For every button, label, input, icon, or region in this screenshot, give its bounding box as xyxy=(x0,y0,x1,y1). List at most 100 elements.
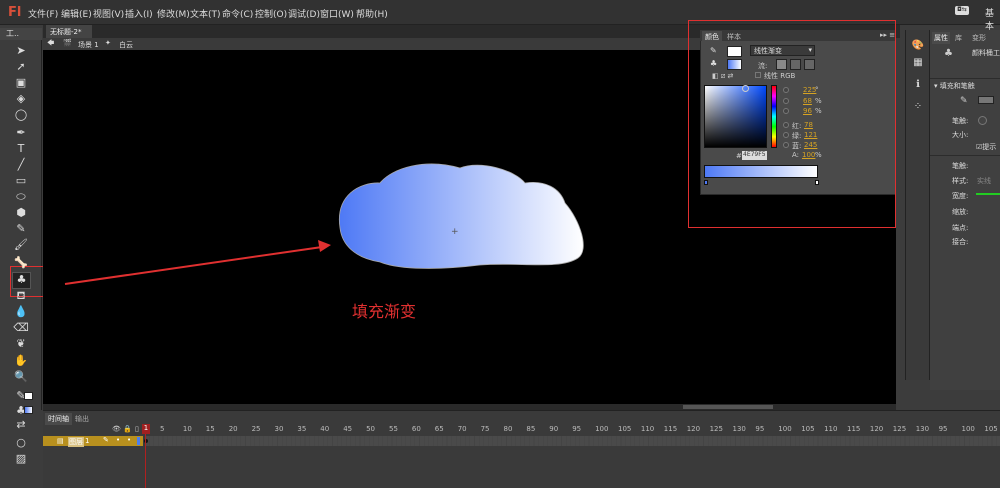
frame-number: 100 xyxy=(778,425,792,433)
frame-number: 100 xyxy=(595,425,609,433)
brush-tool-icon[interactable]: 🖌 xyxy=(13,238,29,252)
stroke-color-swatch[interactable] xyxy=(24,392,33,400)
polystar-tool-icon[interactable]: ⬢ xyxy=(13,206,29,220)
subselection-tool-icon[interactable]: ➚ xyxy=(13,60,29,74)
annotation-text: 填充渐变 xyxy=(352,302,417,321)
oval-tool-icon[interactable]: ⬭ xyxy=(13,190,29,204)
frame-number: 125 xyxy=(709,425,723,433)
line-tool-icon[interactable]: ╱ xyxy=(13,158,29,172)
width-preview[interactable] xyxy=(976,193,1000,195)
rectangle-tool-icon[interactable]: ▭ xyxy=(13,174,29,188)
menu-item[interactable]: 帮助(H) xyxy=(356,7,388,20)
tab-properties[interactable]: 属性 xyxy=(932,32,950,44)
info-icon[interactable]: ℹ xyxy=(911,79,925,91)
rgb-radio-red[interactable] xyxy=(783,122,789,128)
tab-timeline[interactable]: 时间轴 xyxy=(45,413,72,425)
pencil-icon: ✎ xyxy=(103,436,109,444)
layer-name[interactable]: 图层 xyxy=(68,437,84,447)
fill-color-swatch[interactable] xyxy=(24,406,33,414)
eye-icon[interactable]: 👁 xyxy=(112,425,121,433)
label-style: 样式: xyxy=(952,177,969,185)
frame-number: 105 xyxy=(801,425,815,433)
lock-icon[interactable]: 🔒 xyxy=(123,425,132,433)
frame-number: 75 xyxy=(480,425,490,433)
bone-tool-icon[interactable]: 🦴 xyxy=(13,256,29,270)
eyedropper-tool-icon[interactable]: 💧 xyxy=(13,305,29,319)
snap-icon[interactable]: ▨ xyxy=(13,452,29,466)
tab-library[interactable]: 库 xyxy=(953,32,964,44)
frame-track[interactable] xyxy=(145,436,1000,446)
label-cap: 端点: xyxy=(952,224,969,232)
hand-tool-icon[interactable]: ✋ xyxy=(13,354,29,368)
layer-icon: ▤ xyxy=(57,437,64,445)
tool-name: 颜料桶工 xyxy=(972,49,1000,57)
annotation-arrow xyxy=(64,246,323,285)
selection-tool-icon[interactable]: ➤ xyxy=(13,44,29,58)
menu-item[interactable]: 窗口(W) xyxy=(320,7,354,20)
zoom-tool-icon[interactable]: 🔍 xyxy=(13,370,29,384)
swap-colors-icon[interactable]: ⇄ xyxy=(13,418,29,432)
ink-bottle-tool-icon[interactable]: ⛾ xyxy=(13,289,29,303)
frame-number: 105 xyxy=(984,425,998,433)
menu-item[interactable]: 插入(I) xyxy=(125,7,153,20)
value-s[interactable]: 68 xyxy=(803,97,812,105)
pencil-icon: ✎ xyxy=(960,96,968,106)
hsb-radio-s[interactable] xyxy=(783,98,789,104)
outline-icon[interactable]: ▯ xyxy=(135,425,139,433)
lock-dot[interactable]: • xyxy=(127,436,131,444)
value-red[interactable]: 78 xyxy=(804,121,813,129)
frame-number: 125 xyxy=(892,425,907,433)
layer-row[interactable]: ▤ 图层 1 ✎ • • xyxy=(43,436,143,447)
pen-tool-icon[interactable]: ✒ xyxy=(13,126,29,140)
rgb-radio-blue[interactable] xyxy=(783,142,789,148)
frame-number: 95 xyxy=(938,425,948,433)
label-green: 绿: xyxy=(792,132,802,140)
paint-bucket-tool-icon[interactable]: ♣ xyxy=(12,272,31,289)
motion-presets-icon[interactable]: ⁘ xyxy=(911,101,925,113)
rgb-radio-green[interactable] xyxy=(783,132,789,138)
label-blue: 蓝: xyxy=(792,142,802,150)
swatches-icon[interactable]: ▦ xyxy=(911,57,925,69)
stroke-radio[interactable] xyxy=(978,116,987,125)
scrollbar-thumb[interactable] xyxy=(683,405,773,409)
menu-item[interactable]: 文件(F) xyxy=(28,7,58,20)
frame-number: 10 xyxy=(182,425,192,433)
visible-dot[interactable]: • xyxy=(116,436,120,444)
tab-transform[interactable]: 变形 xyxy=(970,32,988,44)
stroke-swatch[interactable] xyxy=(978,96,994,104)
frame-number: 55 xyxy=(389,425,398,433)
menu-item[interactable]: 调试(D) xyxy=(288,7,320,20)
hint-checkbox[interactable]: ☑提示 xyxy=(976,142,996,152)
playhead-frame[interactable]: 1 xyxy=(142,424,150,434)
frame-number: 40 xyxy=(320,425,330,433)
value-b[interactable]: 96 xyxy=(803,107,812,115)
frame-number: 20 xyxy=(228,425,238,433)
style-select[interactable]: 实线 xyxy=(977,176,991,186)
label-size: 大小: xyxy=(952,131,969,139)
color-panel-icon[interactable]: 🎨 xyxy=(911,40,925,52)
menu-item[interactable]: 命令(C) xyxy=(222,7,253,20)
deco-tool-icon[interactable]: ❦ xyxy=(13,337,29,351)
lasso-tool-icon[interactable]: ◯ xyxy=(13,108,29,122)
object-drawing-icon[interactable]: ○ xyxy=(13,436,29,450)
registration-point: + xyxy=(451,227,459,237)
cloud-shape xyxy=(338,163,584,269)
3d-rotation-tool-icon[interactable]: ◈ xyxy=(13,92,29,106)
menu-item[interactable]: 文本(T) xyxy=(190,7,221,20)
free-transform-tool-icon[interactable]: ▣ xyxy=(13,76,29,90)
value-green[interactable]: 121 xyxy=(804,131,817,139)
eraser-tool-icon[interactable]: ⌫ xyxy=(13,321,29,335)
hsb-radio-h[interactable] xyxy=(783,87,789,93)
menu-item[interactable]: 编辑(E) xyxy=(61,7,92,20)
value-alpha[interactable]: 100 xyxy=(802,151,815,159)
frame-number: 80 xyxy=(503,425,513,433)
menu-item[interactable]: 控制(O) xyxy=(255,7,287,20)
text-tool-icon[interactable]: T xyxy=(13,142,29,156)
value-blue[interactable]: 245 xyxy=(804,141,817,149)
pencil-tool-icon[interactable]: ✎ xyxy=(13,222,29,236)
hsb-radio-b[interactable] xyxy=(783,108,789,114)
menu-item[interactable]: 视图(V) xyxy=(93,7,124,20)
menu-item[interactable]: 修改(M) xyxy=(157,7,190,20)
tab-output[interactable]: 输出 xyxy=(72,413,92,425)
section-fill-stroke[interactable]: ▾ 填充和笔触 xyxy=(934,81,975,91)
